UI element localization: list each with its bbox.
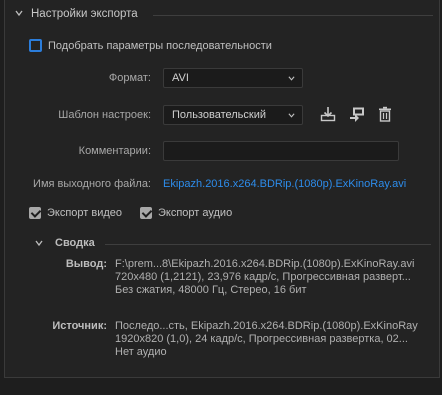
chevron-down-icon [288, 113, 295, 118]
format-value: AVI [172, 72, 189, 84]
chevron-down-icon[interactable] [15, 9, 23, 17]
output-file-link[interactable]: Ekipazh.2016.x264.BDRip.(1080p).ExKinoRa… [163, 178, 406, 190]
chevron-down-icon [288, 76, 295, 81]
summary-output-line: 720x480 (1,2121), 23,976 кадр/с, Прогрес… [115, 271, 411, 283]
divider [105, 244, 431, 245]
output-name-label: Имя выходного файла: [33, 178, 151, 190]
summary-source-label: Источник: [52, 320, 107, 332]
comments-input[interactable] [163, 141, 399, 161]
summary-title: Сводка [55, 237, 95, 249]
summary-source-line: Нет аудио [115, 346, 167, 358]
match-sequence-checkbox[interactable] [29, 39, 42, 52]
export-settings-panel: Настройки экспорта Подобрать параметры п… [4, 0, 440, 378]
delete-preset-icon[interactable] [377, 106, 393, 122]
summary-output-line: Без сжатия, 48000 Гц, Стерео, 16 бит [115, 284, 307, 296]
save-preset-icon[interactable] [320, 106, 336, 122]
import-preset-icon[interactable] [349, 106, 365, 122]
export-settings-header[interactable]: Настройки экспорта [5, 0, 439, 28]
export-audio-checkbox[interactable] [140, 207, 152, 219]
export-audio-label: Экспорт аудио [158, 207, 233, 219]
export-video-label: Экспорт видео [47, 207, 123, 219]
export-video-checkbox[interactable] [29, 207, 41, 219]
preset-value: Пользовательский [172, 109, 266, 121]
summary-output-label: Вывод: [65, 258, 107, 270]
comments-label: Комментарии: [78, 145, 151, 157]
summary-output-text: F:\prem...8\Ekipazh.2016.x264.BDRip.(108… [115, 258, 414, 297]
format-label: Формат: [108, 72, 151, 84]
preset-label: Шаблон настроек: [58, 109, 151, 121]
match-sequence-label: Подобрать параметры последовательности [48, 39, 272, 52]
section-title: Настройки экспорта [31, 8, 138, 20]
summary-source-text: Последо...сть, Ekipazh.2016.x264.BDRip.(… [115, 320, 418, 359]
match-sequence-row[interactable]: Подобрать параметры последовательности [29, 39, 272, 52]
summary-source-line: Последо...сть, Ekipazh.2016.x264.BDRip.(… [115, 320, 418, 332]
summary-output-line: F:\prem...8\Ekipazh.2016.x264.BDRip.(108… [115, 258, 415, 270]
chevron-down-icon[interactable] [35, 239, 43, 247]
summary-source-line: 1920x820 (1,0), 24 кадр/с, Прогрессивная… [115, 333, 408, 345]
export-video-row[interactable]: Экспорт видео [29, 207, 122, 219]
format-select[interactable]: AVI [163, 68, 303, 88]
export-audio-row[interactable]: Экспорт аудио [140, 207, 232, 219]
divider [153, 15, 433, 16]
preset-select[interactable]: Пользовательский [163, 105, 303, 125]
